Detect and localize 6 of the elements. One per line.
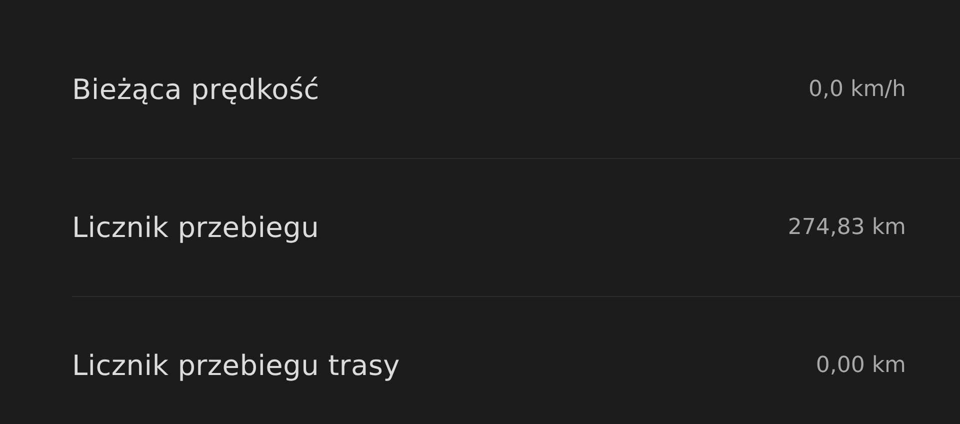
row-value: 0,00 km xyxy=(816,353,906,378)
row-label: Licznik przebiegu trasy xyxy=(72,349,400,382)
row-value: 274,83 km xyxy=(788,215,906,240)
row-label: Licznik przebiegu xyxy=(72,211,320,244)
row-value: 0,0 km/h xyxy=(808,77,906,102)
row-label: Bieżąca prędkość xyxy=(72,73,320,106)
